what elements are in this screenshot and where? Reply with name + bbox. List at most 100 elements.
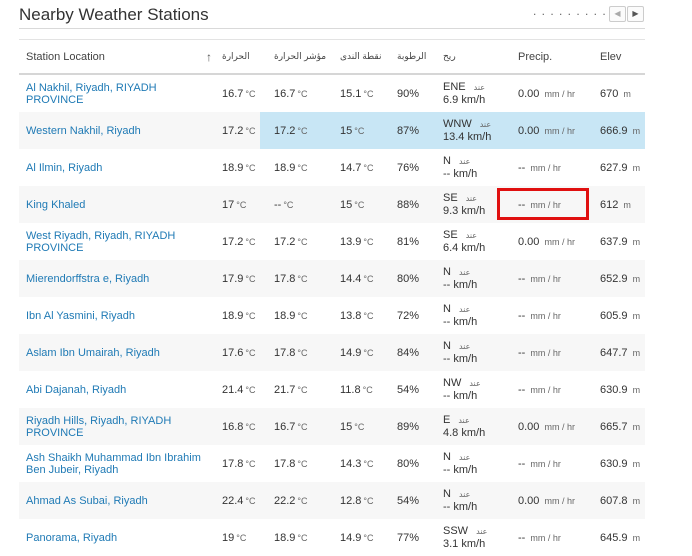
wind-cell: NW عند -- km/h — [443, 377, 481, 402]
precip-cell: -- mm / hr — [518, 383, 561, 396]
temp-cell: 16.7 °C — [222, 87, 256, 100]
feels-like-cell: 22.2 °C — [274, 494, 308, 507]
table-row: Al Ilmin, Riyadh 18.9 °C 18.9 °C 14.7 °C 76% N عن… — [19, 149, 645, 186]
col-header-dew-point[interactable]: نقطة الندى — [336, 40, 394, 73]
temp-cell: 18.9 °C — [222, 309, 256, 322]
humidity-cell: 80% — [397, 272, 420, 285]
station-link[interactable]: Western Nakhil, Riyadh — [26, 125, 141, 137]
station-link[interactable]: Ahmad As Subai, Riyadh — [26, 495, 148, 507]
precip-cell: 0.00 mm / hr — [518, 235, 575, 248]
col-header-location[interactable]: Station Location — [26, 40, 216, 73]
col-header-temp[interactable]: الحرارة — [222, 40, 270, 73]
dew-point-cell: 14.4 °C — [340, 272, 374, 285]
temp-cell: 19 °C — [222, 531, 247, 544]
elevation-cell: 647.7 m — [600, 346, 641, 359]
elevation-cell: 637.9 m — [600, 235, 641, 248]
dew-point-cell: 15 °C — [340, 124, 365, 137]
feels-like-cell: 17.2 °C — [274, 124, 308, 137]
wind-cell: N عند -- km/h — [443, 155, 478, 180]
table-row: Al Nakhil, Riyadh, RIYADH PROVINCE 16.7 °C… — [19, 75, 645, 112]
humidity-cell: 90% — [397, 87, 420, 100]
dew-point-cell: 12.8 °C — [340, 494, 374, 507]
humidity-cell: 72% — [397, 309, 420, 322]
precip-cell: -- mm / hr — [518, 309, 561, 322]
feels-like-cell: 18.9 °C — [274, 309, 308, 322]
dew-point-cell: 14.9 °C — [340, 531, 374, 544]
humidity-cell: 84% — [397, 346, 420, 359]
col-header-feels-like[interactable]: مؤشر الحرارة — [270, 40, 336, 73]
table-row: Ash Shaikh Muhammad Ibn Ibrahim Ben Jube… — [19, 445, 645, 482]
station-link[interactable]: Al Nakhil, Riyadh, RIYADH PROVINCE — [26, 82, 216, 106]
precip-cell: 0.00 mm / hr — [518, 420, 575, 433]
precip-cell: 0.00 mm / hr — [518, 494, 575, 507]
elevation-cell: 670 m — [600, 87, 631, 100]
table-row: Western Nakhil, Riyadh 17.2 °C 17.2 °C 15 °C 87… — [19, 112, 645, 149]
feels-like-cell: -- °C — [274, 198, 294, 211]
prev-page-button[interactable]: ◀ — [609, 6, 626, 22]
feels-like-cell: 21.7 °C — [274, 383, 308, 396]
col-header-wind[interactable]: ريح — [442, 40, 518, 73]
wind-cell: N عند -- km/h — [443, 303, 478, 328]
dew-point-cell: 14.7 °C — [340, 161, 374, 174]
wind-cell: N عند -- km/h — [443, 451, 478, 476]
elevation-cell: 645.9 m — [600, 531, 641, 544]
temp-cell: 17.2 °C — [222, 124, 256, 137]
station-link[interactable]: Riyadh Hills, Riyadh, RIYADH PROVINCE — [26, 415, 216, 439]
table-row: Ibn Al Yasmini, Riyadh 18.9 °C 18.9 °C 13.8 °C… — [19, 297, 645, 334]
feels-like-cell: 18.9 °C — [274, 531, 308, 544]
section-title: Nearby Weather Stations — [19, 5, 209, 24]
station-link[interactable]: Ash Shaikh Muhammad Ibn Ibrahim Ben Jube… — [26, 452, 216, 476]
elevation-cell: 605.9 m — [600, 309, 641, 322]
col-header-elev[interactable]: Elev — [600, 40, 645, 73]
dew-point-cell: 11.8 °C — [340, 383, 373, 396]
dew-point-cell: 14.9 °C — [340, 346, 374, 359]
wind-cell: WNW عند 13.4 km/h — [443, 118, 492, 143]
humidity-cell: 87% — [397, 124, 420, 137]
table-body: Al Nakhil, Riyadh, RIYADH PROVINCE 16.7 °C… — [19, 75, 645, 556]
elevation-cell: 630.9 m — [600, 457, 641, 470]
station-link[interactable]: Aslam Ibn Umairah, Riyadh — [26, 347, 160, 359]
dew-point-cell: 13.8 °C — [340, 309, 374, 322]
table-row: Aslam Ibn Umairah, Riyadh 17.6 °C 17.8 °C 14.… — [19, 334, 645, 371]
temp-cell: 16.8 °C — [222, 420, 256, 433]
dew-point-cell: 15.1 °C — [340, 87, 374, 100]
elevation-cell: 665.7 m — [600, 420, 641, 433]
station-link[interactable]: Al Ilmin, Riyadh — [26, 162, 102, 174]
station-link[interactable]: King Khaled — [26, 199, 85, 211]
humidity-cell: 89% — [397, 420, 420, 433]
humidity-cell: 54% — [397, 494, 420, 507]
col-header-humidity[interactable]: الرطوبة — [394, 40, 442, 73]
annotation-red-box — [497, 188, 589, 220]
table-row: King Khaled 17 °C -- °C 15 °C 88% SE عند 9.3 km/h -… — [19, 186, 645, 223]
pager-dots[interactable]: . . . . . . . . . . — [533, 4, 615, 18]
wind-cell: N عند -- km/h — [443, 340, 478, 365]
precip-cell: -- mm / hr — [518, 272, 561, 285]
table-header-row: Station Location ↑ الحرارة مؤشر الحرارة … — [19, 40, 645, 75]
wind-cell: E عند 4.8 km/h — [443, 414, 486, 439]
temp-cell: 17 °C — [222, 198, 247, 211]
wind-cell: N عند -- km/h — [443, 266, 478, 291]
sort-arrow-icon[interactable]: ↑ — [206, 40, 216, 73]
humidity-cell: 81% — [397, 235, 420, 248]
next-page-button[interactable]: ▶ — [627, 6, 644, 22]
table-row: Ahmad As Subai, Riyadh 22.4 °C 22.2 °C 12.8 °C… — [19, 482, 645, 519]
table-row: Abi Dajanah, Riyadh 21.4 °C 21.7 °C 11.8 °C 54%… — [19, 371, 645, 408]
table-row: West Riyadh, Riyadh, RIYADH PROVINCE 17.2… — [19, 223, 645, 260]
station-link[interactable]: Mierendorffstra e, Riyadh — [26, 273, 149, 285]
station-link[interactable]: West Riyadh, Riyadh, RIYADH PROVINCE — [26, 230, 216, 254]
temp-cell: 18.9 °C — [222, 161, 256, 174]
elevation-cell: 612 m — [600, 198, 631, 211]
feels-like-cell: 17.8 °C — [274, 457, 308, 470]
col-header-precip[interactable]: Precip. — [518, 40, 600, 73]
temp-cell: 17.8 °C — [222, 457, 256, 470]
station-link[interactable]: Ibn Al Yasmini, Riyadh — [26, 310, 135, 322]
table-row: Panorama, Riyadh 19 °C 18.9 °C 14.9 °C 77% SSW عن… — [19, 519, 645, 556]
precip-cell: 0.00 mm / hr — [518, 87, 575, 100]
dew-point-cell: 14.3 °C — [340, 457, 374, 470]
feels-like-cell: 18.9 °C — [274, 161, 308, 174]
precip-cell: -- mm / hr — [518, 531, 561, 544]
section-header: Nearby Weather Stations . . . . . . . . … — [19, 0, 645, 29]
station-link[interactable]: Abi Dajanah, Riyadh — [26, 384, 126, 396]
feels-like-cell: 16.7 °C — [274, 420, 308, 433]
wind-cell: SE عند 6.4 km/h — [443, 229, 486, 254]
